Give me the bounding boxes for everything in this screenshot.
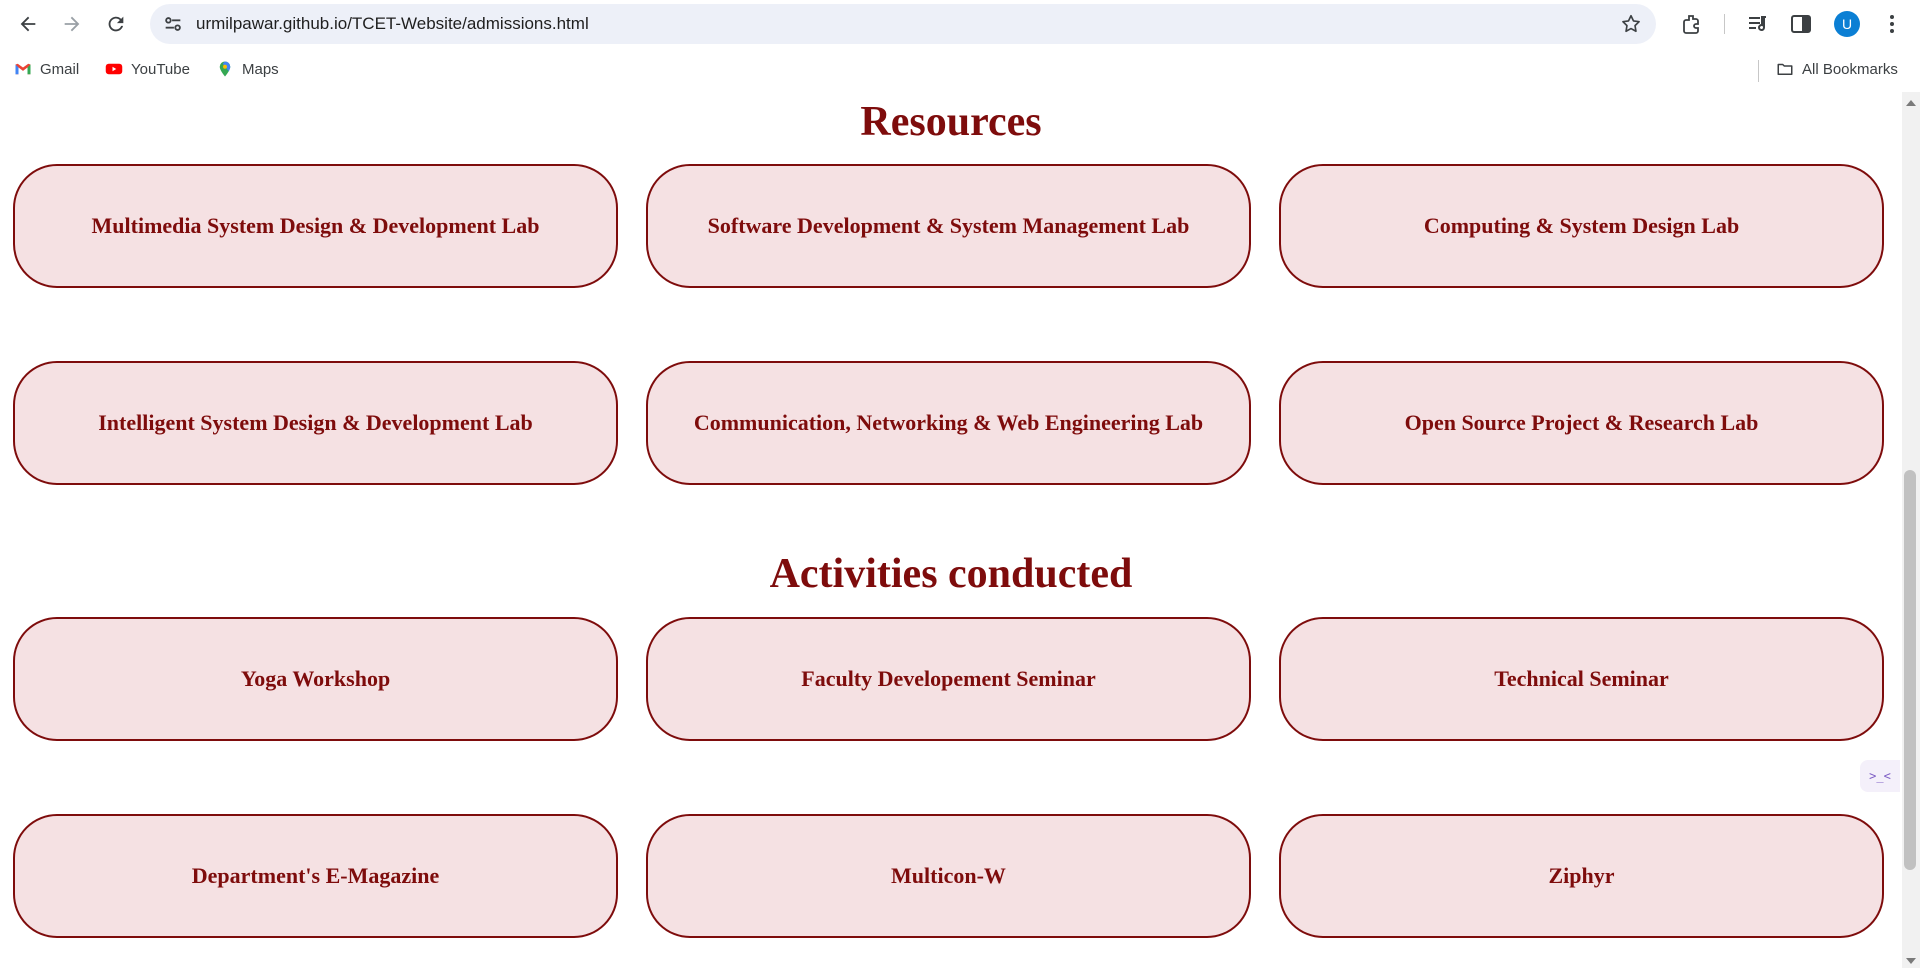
resources-heading: Resources <box>860 99 1042 145</box>
page-content: Resources Multimedia System Design & Dev… <box>0 92 1902 968</box>
all-bookmarks-button[interactable]: All Bookmarks <box>1776 58 1898 80</box>
arrow-right-icon <box>64 16 80 32</box>
site-info-icon[interactable] <box>162 13 184 35</box>
bookmark-gmail[interactable]: Gmail <box>14 58 79 80</box>
floating-widget-button[interactable]: >_< <box>1860 760 1900 792</box>
resource-card[interactable]: Multimedia System Design & Development L… <box>13 164 618 288</box>
side-panel-icon[interactable] <box>1789 12 1813 36</box>
resource-card[interactable]: Intelligent System Design & Development … <box>13 361 618 485</box>
activities-heading: Activities conducted <box>769 551 1133 597</box>
activity-card[interactable]: Ziphyr <box>1279 814 1884 938</box>
activity-card[interactable]: Technical Seminar <box>1279 617 1884 741</box>
resource-card[interactable]: Open Source Project & Research Lab <box>1279 361 1884 485</box>
scrollbar-thumb[interactable] <box>1904 470 1916 870</box>
bookmark-label: Gmail <box>40 60 80 78</box>
media-controls-icon[interactable] <box>1746 12 1770 36</box>
resource-card[interactable]: Computing & System Design Lab <box>1279 164 1884 288</box>
toolbar-divider <box>1724 14 1725 34</box>
url-text[interactable]: urmilpawar.github.io/TCET-Website/admiss… <box>196 4 589 44</box>
activity-card[interactable]: Multicon-W <box>646 814 1251 938</box>
bookmarks-divider <box>1758 60 1759 82</box>
resource-card[interactable]: Communication, Networking & Web Engineer… <box>646 361 1251 485</box>
youtube-icon <box>105 63 123 75</box>
all-bookmarks-label: All Bookmarks <box>1802 60 1898 78</box>
bookmark-youtube[interactable]: YouTube <box>105 58 190 80</box>
forward-button[interactable] <box>52 8 92 40</box>
folder-icon <box>1777 63 1793 75</box>
scroll-down-arrow-icon[interactable] <box>1906 958 1916 964</box>
extensions-icon[interactable] <box>1680 12 1704 36</box>
arrow-left-icon <box>20 16 36 32</box>
menu-kebab-icon[interactable] <box>1880 12 1904 36</box>
scroll-up-arrow-icon[interactable] <box>1906 100 1916 106</box>
reload-icon <box>108 16 124 32</box>
bookmark-label: YouTube <box>131 60 190 78</box>
bookmarks-bar: Gmail YouTube Maps All Bookmarks <box>0 48 1920 92</box>
address-bar[interactable]: urmilpawar.github.io/TCET-Website/admiss… <box>150 4 1656 44</box>
profile-avatar[interactable]: U <box>1834 11 1860 37</box>
activity-card[interactable]: Yoga Workshop <box>13 617 618 741</box>
resource-card[interactable]: Software Development & System Management… <box>646 164 1251 288</box>
bookmark-star-icon[interactable] <box>1620 13 1642 35</box>
maps-icon <box>219 61 231 77</box>
bookmark-maps[interactable]: Maps <box>216 58 279 80</box>
activity-card[interactable]: Department's E-Magazine <box>13 814 618 938</box>
reload-button[interactable] <box>96 8 136 40</box>
activity-card[interactable]: Faculty Developement Seminar <box>646 617 1251 741</box>
browser-toolbar: urmilpawar.github.io/TCET-Website/admiss… <box>0 0 1920 48</box>
bookmark-label: Maps <box>242 60 279 78</box>
code-face-icon: >_< <box>1869 769 1891 783</box>
back-button[interactable] <box>8 8 48 40</box>
gmail-icon <box>15 63 31 75</box>
